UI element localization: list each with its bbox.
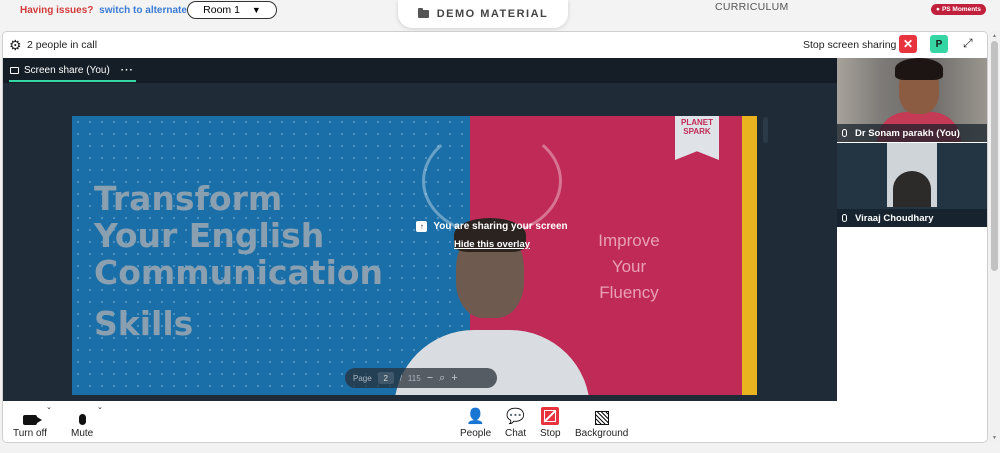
total-pages: 115 (407, 373, 421, 383)
ps-moments-label: PS Moments (941, 6, 981, 13)
curriculum-tab[interactable]: CURRICULUM (715, 1, 789, 13)
participant-tiles: Dr Sonam parakh (You) Viraaj Choudhary (837, 58, 987, 401)
sharing-overlay: ↑ You are sharing your screen Hide this … (342, 221, 642, 250)
content-scrollbar[interactable] (763, 117, 768, 143)
brand-line-2: SPARK (683, 127, 711, 136)
mute-label: Mute (71, 428, 94, 439)
stop-screen-sharing-label: Stop screen sharing (803, 39, 897, 51)
headline-line-2: Your English (94, 216, 325, 255)
issue-text: Having issues? (20, 5, 94, 16)
more-options-icon[interactable]: ··· (121, 65, 134, 76)
page-separator: / (399, 373, 402, 383)
app-root: Having issues? switch to alternate room … (0, 0, 1000, 453)
chat-button[interactable]: 💬 Chat (505, 405, 526, 439)
top-bar: Having issues? switch to alternate room … (0, 0, 1000, 30)
issue-notice: Having issues? switch to alternate room (20, 5, 215, 16)
monitor-icon (10, 66, 19, 74)
chat-bubble-icon: 💬 (506, 408, 525, 425)
call-controls: Turn off ⌄ Mute ⌄ 👤 People 💬 Chat Stop B… (3, 401, 987, 442)
hide-overlay-link[interactable]: Hide this overlay (342, 239, 642, 250)
scroll-down-icon[interactable]: ▼ (992, 435, 997, 441)
background-button[interactable]: Background (575, 405, 628, 439)
brand-line-1: PLANET (681, 118, 713, 127)
participant-tile[interactable]: Dr Sonam parakh (You) (837, 58, 987, 142)
scrollbar-thumb[interactable] (991, 41, 998, 271)
screen-share-stage: Screen share (You) ··· PLANET SPARK Tran… (3, 58, 837, 401)
participant-name-tag: Viraaj Choudhary (837, 209, 987, 227)
shared-screen-content: PLANET SPARK Transform Your English Comm… (3, 83, 837, 401)
demo-material-tab[interactable]: DEMO MATERIAL (398, 0, 568, 28)
presentation-slide: PLANET SPARK Transform Your English Comm… (72, 116, 757, 395)
participant-name: Viraaj Choudhary (855, 212, 934, 224)
mic-icon (842, 214, 847, 222)
share-upload-icon: ↑ (416, 221, 428, 232)
background-label: Background (575, 428, 629, 439)
slide-headline: Transform Your English Communication Ski… (94, 180, 383, 342)
caret-down-icon: ▼ (251, 5, 261, 15)
subtext-line-3: Fluency (599, 283, 659, 302)
scroll-up-icon[interactable]: ▲ (992, 33, 997, 39)
background-pattern-icon (594, 411, 609, 425)
headline-line-4: Skills (94, 304, 194, 343)
mute-button[interactable]: Mute (71, 405, 93, 439)
participant-name: Dr Sonam parakh (You) (855, 127, 960, 139)
mic-options-chevron-icon[interactable]: ⌄ (97, 403, 103, 411)
stop-label: Stop (540, 428, 561, 439)
chat-label: Chat (505, 428, 527, 439)
call-header: ⚙ 2 people in call Stop screen sharing ✕… (3, 32, 987, 58)
participant-name-tag: Dr Sonam parakh (You) (837, 124, 987, 142)
expand-icon[interactable]: ⤢ (963, 36, 973, 51)
room-select-value: Room 1 (203, 4, 240, 16)
demo-material-label: DEMO MATERIAL (436, 8, 549, 20)
room-select[interactable]: Room 1 ▼ (187, 1, 277, 19)
headline-line-1: Transform (94, 179, 283, 218)
headline-line-3: Communication (94, 253, 384, 292)
slide-yellow-strip (742, 116, 757, 395)
stop-share-icon (541, 407, 560, 425)
people-label: People (460, 428, 492, 439)
microphone-icon (78, 414, 86, 425)
participant-video (887, 143, 937, 207)
page-navigator: Page 2 / 115 − ⌕ + (345, 368, 497, 388)
sharing-overlay-text: You are sharing your screen (433, 221, 568, 232)
zoom-in-icon[interactable]: + (451, 372, 457, 384)
screen-share-tab-label: Screen share (You) (24, 64, 110, 76)
participant-tile[interactable]: Viraaj Choudhary (837, 143, 987, 227)
search-icon[interactable]: ⌕ (439, 372, 445, 385)
stop-share-button[interactable]: Stop (540, 405, 561, 439)
person-icon: 👤 (466, 408, 485, 425)
user-avatar-badge[interactable]: P (930, 35, 948, 53)
camera-toggle-label: Turn off (13, 428, 47, 439)
people-count: 2 people in call (27, 39, 98, 51)
stop-sharing-button[interactable]: ✕ (899, 35, 917, 53)
camera-dot-icon: ● (936, 6, 940, 13)
screen-share-tab[interactable]: Screen share (You) ··· (9, 62, 136, 82)
page-number-input[interactable]: 2 (377, 372, 394, 384)
gear-icon[interactable]: ⚙ (9, 37, 22, 54)
video-camera-icon (22, 415, 42, 425)
camera-options-chevron-icon[interactable]: ⌄ (46, 403, 52, 411)
zoom-out-icon[interactable]: − (427, 372, 433, 384)
call-panel: ⚙ 2 people in call Stop screen sharing ✕… (2, 31, 988, 443)
folder-icon (417, 8, 429, 18)
camera-toggle-button[interactable]: Turn off (13, 405, 47, 439)
ps-moments-button[interactable]: ● PS Moments (931, 4, 986, 15)
mic-icon (842, 129, 847, 137)
page-label: Page (353, 373, 372, 383)
window-scrollbar[interactable]: ▲ ▼ (989, 31, 1000, 443)
people-button[interactable]: 👤 People (460, 405, 491, 439)
close-icon: ✕ (902, 37, 914, 51)
subtext-line-2: Your (611, 257, 647, 276)
